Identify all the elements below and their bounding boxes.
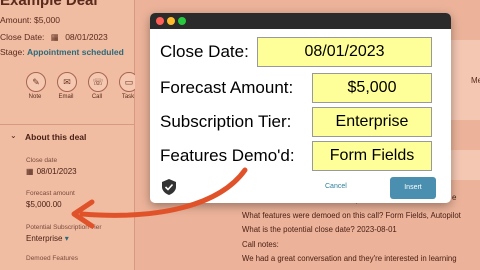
note-line: Call notes: [242,239,279,249]
tier-field-value: Enterprise [26,234,63,243]
call-notes: What is the forecasted amount? $5000 Wha… [242,194,461,267]
calendar-icon: ▦ [50,32,59,42]
forecast-field-value: $5,000.00 [26,200,62,209]
stage-label: Stage: [0,47,25,57]
window-titlebar [150,13,451,29]
tier-field[interactable]: Potential Subscription Tier Enterprise ▾ [26,224,102,243]
stage-line: Stage: Appointment scheduled [0,47,124,57]
cancel-button[interactable]: Cancel [325,183,347,190]
forecast-input[interactable]: $5,000 [312,73,432,103]
note-action[interactable]: ✎ Note [26,72,46,100]
dialog-row-features: Features Demo'd: Form Fields [150,141,451,171]
insert-fields-dialog: Close Date: 08/01/2023 Forecast Amount: … [150,13,451,203]
demoed-field[interactable]: Demoed Features [26,255,78,262]
stage-link[interactable]: Appointment scheduled [27,47,124,57]
forecast-field-label: Forecast Amount: [160,78,294,97]
calendar-icon: ▦ [26,167,34,176]
close-date-value: 08/01/2023 [65,32,108,42]
forecast-field[interactable]: Forecast amount $5,000.00 [26,190,75,209]
chevron-down-icon[interactable]: ⌄ [10,131,17,140]
phone-icon: ☏ [88,72,108,92]
deal-sidebar: Example Deal Amount: $5,000 Close Date: … [0,0,170,270]
email-action[interactable]: ✉ Email [57,72,77,100]
close-date-label: Close Date: [0,32,45,42]
call-action[interactable]: ☏ Call [88,72,108,100]
dialog-row-forecast: Forecast Amount: $5,000 [150,73,451,103]
insert-button[interactable]: Insert [390,177,436,199]
close-date-field-value: 08/01/2023 [36,167,77,176]
right-tab-fragment[interactable]: Me [471,76,480,85]
deal-title: Example Deal [0,0,98,9]
shield-check-icon [162,179,176,195]
forecast-field-label: Forecast amount [26,190,75,197]
note-line: We had a great conversation and they're … [242,254,457,264]
minimize-window-icon[interactable] [167,17,175,25]
chevron-down-icon: ▾ [64,234,69,243]
close-date-field[interactable]: Close date ▦ 08/01/2023 [26,157,77,176]
dialog-footer: Cancel Insert [150,173,451,203]
edit-icon: ✎ [26,72,46,92]
note-line: What is the potential close date? 2023-0… [242,225,397,235]
note-line: What features were demoed on this call? … [242,210,461,220]
tier-field-label: Subscription Tier: [160,112,292,131]
features-field-label: Features Demo'd: [160,146,295,165]
dialog-row-tier: Subscription Tier: Enterprise [150,107,451,137]
about-section: ⌄ About this deal [0,124,134,142]
amount-line: Amount: $5,000 [0,15,61,25]
close-date-line: Close Date: ▦ 08/01/2023 [0,32,108,43]
email-action-label: Email [58,94,74,100]
tier-input[interactable]: Enterprise [312,107,432,137]
note-action-label: Note [28,94,42,100]
maximize-window-icon[interactable] [178,17,186,25]
dialog-row-close-date: Close Date: 08/01/2023 [150,37,451,67]
close-window-icon[interactable] [156,17,164,25]
close-date-field-label: Close Date: [160,42,249,61]
tier-field-label: Potential Subscription Tier [26,224,102,231]
call-action-label: Call [91,94,103,100]
features-input[interactable]: Form Fields [312,141,432,171]
about-header[interactable]: About this deal [25,132,86,142]
close-date-field-label: Close date [26,157,58,164]
demoed-field-label: Demoed Features [26,255,79,262]
close-date-input[interactable]: 08/01/2023 [257,37,432,67]
email-icon: ✉ [57,72,77,92]
